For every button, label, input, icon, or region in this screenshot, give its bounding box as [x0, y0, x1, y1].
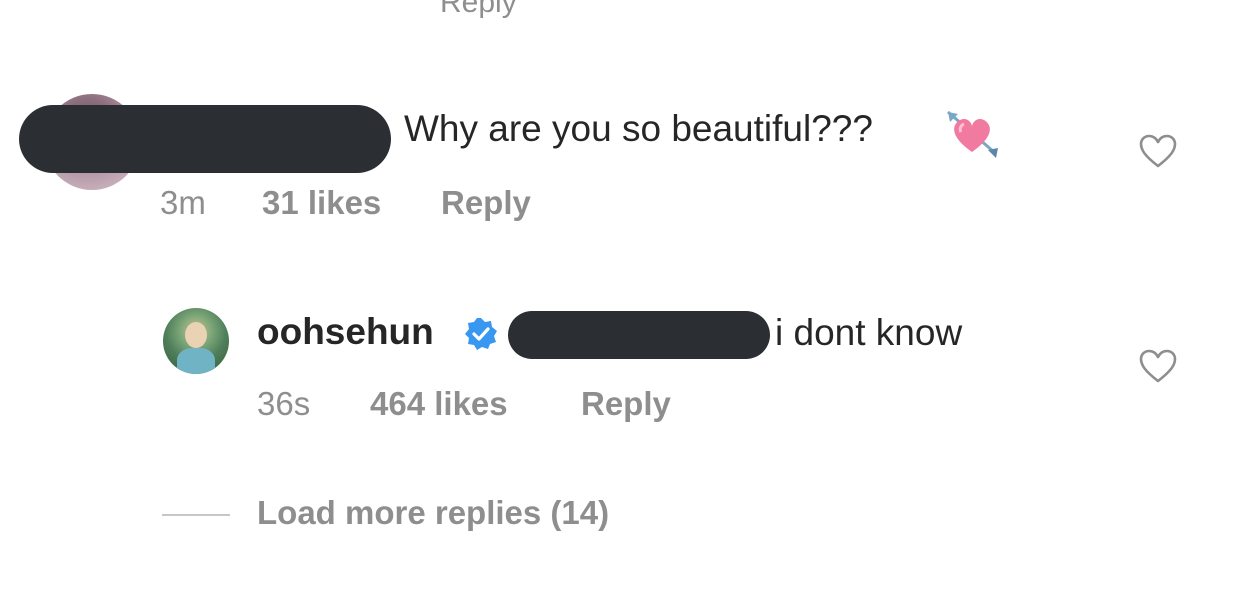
reply-likes-link[interactable]: 464 likes	[370, 385, 508, 423]
heart-with-arrow-icon	[944, 108, 1000, 158]
oohsehun-avatar[interactable]	[163, 308, 229, 374]
comment-likes-link[interactable]: 31 likes	[262, 184, 381, 222]
like-heart-icon[interactable]	[1139, 134, 1177, 170]
reply-username[interactable]: oohsehun	[257, 311, 434, 353]
comment-text: Why are you so beautiful???	[404, 108, 873, 149]
redacted-mention	[508, 311, 770, 359]
reply-button[interactable]: Reply	[581, 385, 671, 423]
comment-timestamp: 3m	[160, 184, 206, 221]
reply-timestamp: 36s	[257, 385, 311, 422]
verified-badge-icon	[463, 316, 499, 352]
reply-link-cutoff[interactable]: Reply	[440, 0, 517, 20]
replies-divider	[162, 514, 230, 516]
like-heart-icon[interactable]	[1139, 349, 1177, 385]
reply-button[interactable]: Reply	[441, 184, 531, 222]
reply-text: i dont know	[775, 312, 963, 353]
load-more-replies-button[interactable]: Load more replies (14)	[257, 494, 609, 532]
redacted-username	[19, 105, 391, 173]
